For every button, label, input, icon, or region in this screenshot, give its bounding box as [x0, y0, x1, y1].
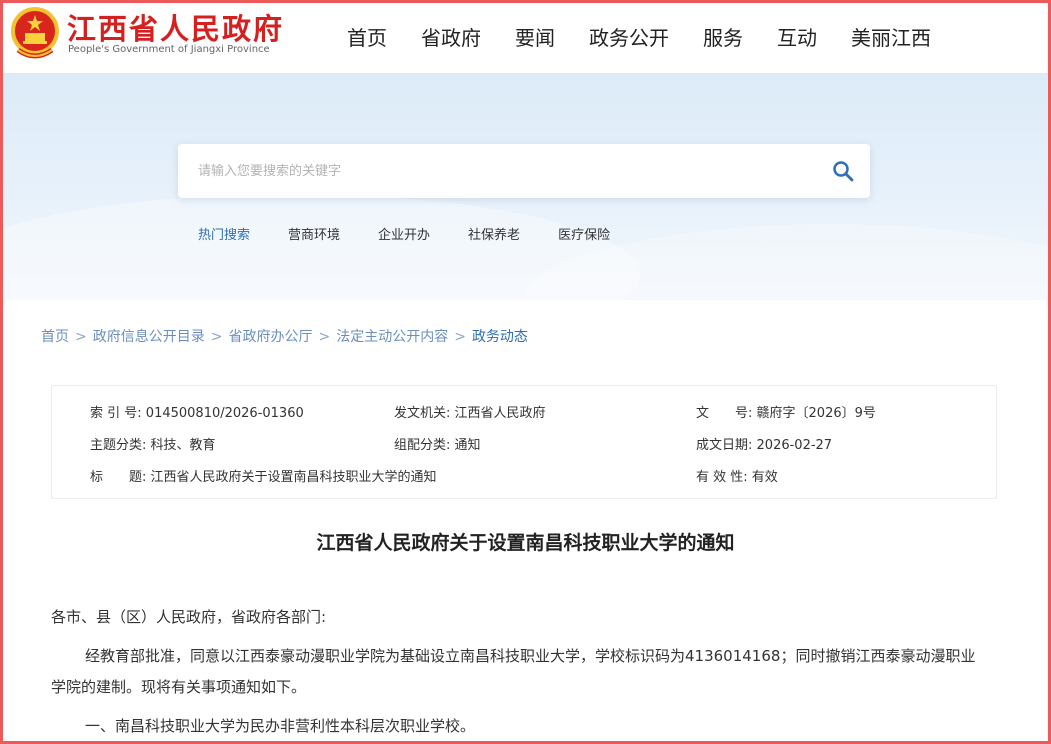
document-title: 江西省人民政府关于设置南昌科技职业大学的通知	[316, 532, 735, 554]
meta-docno-value: 赣府字〔2026〕9号	[756, 406, 876, 421]
breadcrumb-home[interactable]: 首页	[41, 329, 69, 345]
meta-index-label: 索 引 号:	[90, 406, 142, 421]
meta-form-label: 组配分类:	[394, 438, 451, 453]
meta-topic-label: 主题分类:	[90, 438, 147, 453]
meta-topic: 主题分类: 科技、教育	[90, 434, 216, 453]
nav-item-interaction[interactable]: 互动	[760, 22, 834, 56]
hot-search-item[interactable]: 营商环境	[288, 224, 340, 243]
meta-issuer: 发文机关: 江西省人民政府	[394, 402, 546, 421]
breadcrumb: 首页 > 政府信息公开目录 > 省政府办公厅 > 法定主动公开内容 > 政务动态	[41, 326, 528, 346]
breadcrumb-separator: >	[454, 329, 466, 345]
meta-topic-value: 科技、教育	[150, 438, 216, 453]
document-paragraph: 一、南昌科技职业大学为民办非营利性本科层次职业学校。	[85, 717, 476, 735]
meta-validity-value: 有效	[751, 470, 778, 485]
hot-search-item[interactable]: 社保养老	[468, 224, 520, 243]
meta-title-label: 标 题:	[90, 470, 147, 485]
breadcrumb-government-news[interactable]: 政务动态	[472, 329, 528, 345]
document-salutation: 各市、县（区）人民政府，省政府各部门:	[51, 608, 327, 626]
hot-search-item[interactable]: 医疗保险	[558, 224, 610, 243]
breadcrumb-statutory-disclosure[interactable]: 法定主动公开内容	[336, 329, 448, 345]
nav-item-government-affairs[interactable]: 政务公开	[572, 22, 686, 56]
nav-item-beautiful-jiangxi[interactable]: 美丽江西	[834, 22, 948, 56]
document-paragraph: 学院的建制。现将有关事项通知如下。	[51, 678, 307, 696]
nav-item-home[interactable]: 首页	[330, 22, 404, 56]
search-icon[interactable]	[832, 160, 854, 182]
hot-search-item[interactable]: 企业开办	[378, 224, 430, 243]
meta-issuer-label: 发文机关:	[394, 406, 451, 421]
nav-item-services[interactable]: 服务	[686, 22, 760, 56]
document-paragraph: 经教育部批准，同意以江西泰豪动漫职业学院为基础设立南昌科技职业大学，学校标识码为…	[85, 647, 976, 665]
breadcrumb-separator: >	[210, 329, 223, 345]
breadcrumb-separator: >	[75, 329, 87, 345]
search-input[interactable]	[198, 158, 798, 184]
main-nav: 首页 省政府 要闻 政务公开 服务 互动 美丽江西	[330, 22, 948, 56]
nav-item-provincial-government[interactable]: 省政府	[404, 22, 498, 56]
meta-validity: 有 效 性: 有效	[696, 466, 778, 485]
meta-title: 标 题: 江西省人民政府关于设置南昌科技职业大学的通知	[90, 466, 437, 485]
meta-title-value: 江西省人民政府关于设置南昌科技职业大学的通知	[150, 470, 437, 485]
meta-validity-label: 有 效 性:	[696, 470, 748, 485]
site-subtitle: People's Government of Jiangxi Province	[68, 44, 270, 55]
breadcrumb-separator: >	[318, 329, 331, 345]
article-content: 首页 > 政府信息公开目录 > 省政府办公厅 > 法定主动公开内容 > 政务动态 索 引 号: …	[5, 300, 1046, 744]
meta-docno-label: 文 号:	[696, 406, 753, 421]
meta-date-value: 2026-02-27	[756, 438, 833, 453]
meta-docno: 文 号: 赣府字〔2026〕9号	[696, 402, 876, 421]
search-banner: 热门搜索 营商环境 企业开办 社保养老 医疗保险	[0, 74, 1051, 306]
meta-issuer-value: 江西省人民政府	[454, 406, 546, 421]
meta-form-value: 通知	[454, 438, 481, 453]
meta-index-value: 014500810/2026-01360	[145, 406, 304, 421]
nav-item-news[interactable]: 要闻	[498, 22, 572, 56]
breadcrumb-general-office[interactable]: 省政府办公厅	[228, 329, 312, 345]
meta-form: 组配分类: 通知	[394, 434, 481, 453]
meta-date: 成文日期: 2026-02-27	[696, 434, 832, 453]
hot-search-label: 热门搜索	[198, 228, 251, 243]
national-emblem-icon	[11, 7, 59, 59]
breadcrumb-info-catalog[interactable]: 政府信息公开目录	[93, 329, 205, 345]
site-title[interactable]: 江西省人民政府	[67, 6, 284, 48]
meta-date-label: 成文日期:	[696, 438, 753, 453]
search-box	[178, 144, 870, 198]
hot-search-row: 热门搜索 营商环境 企业开办 社保养老 医疗保险	[198, 224, 648, 243]
meta-index: 索 引 号: 014500810/2026-01360	[90, 402, 304, 421]
document-metadata-table: 索 引 号: 014500810/2026-01360 发文机关: 江西省人民政…	[51, 385, 997, 499]
site-header: 江西省人民政府 People's Government of Jiangxi P…	[0, 0, 1051, 74]
